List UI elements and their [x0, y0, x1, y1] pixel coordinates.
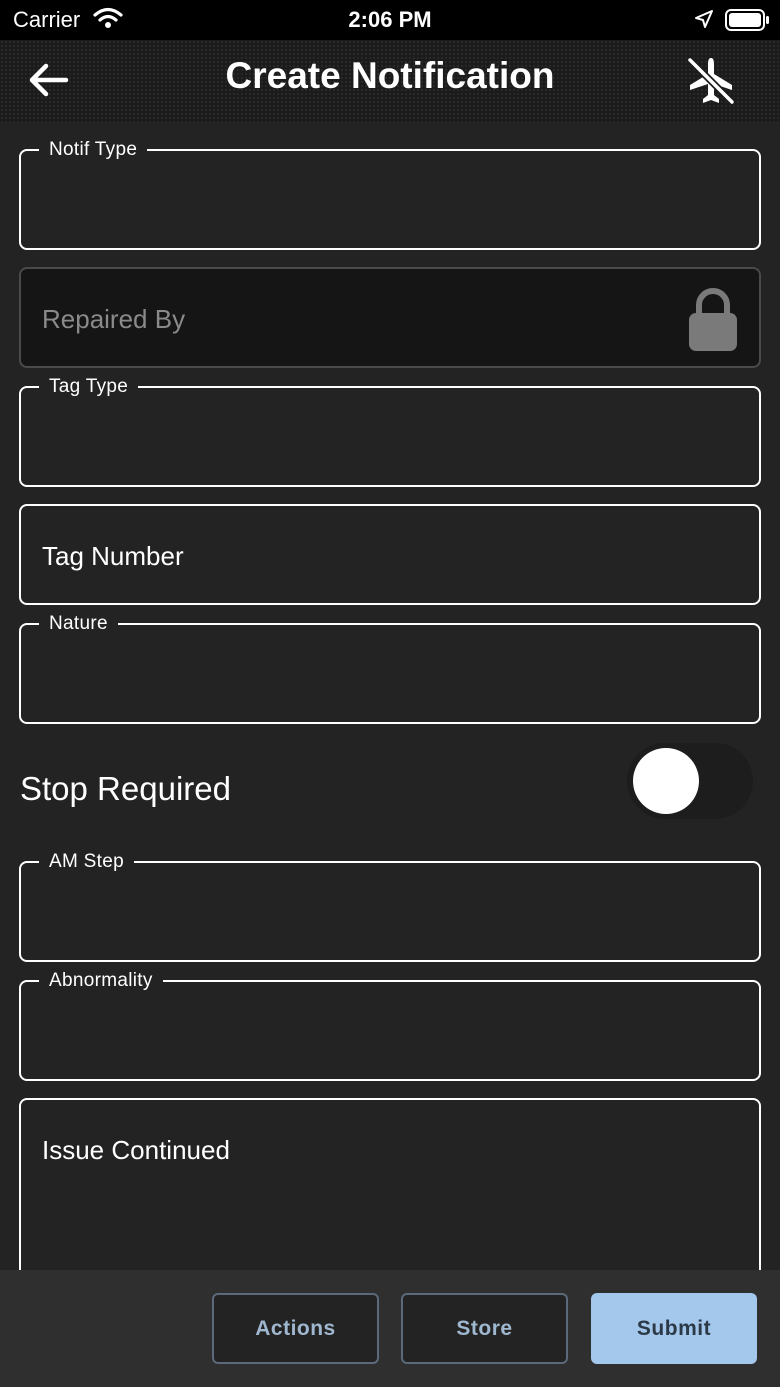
issue-continued-field[interactable]: Issue Continued — [19, 1098, 761, 1283]
tag-type-field[interactable]: Tag Type — [19, 375, 761, 487]
lock-icon — [686, 287, 740, 358]
nature-field[interactable]: Nature — [19, 612, 761, 724]
tag-number-field[interactable]: Tag Number — [19, 504, 761, 605]
status-time: 2:06 PM — [348, 7, 432, 32]
store-button[interactable]: Store — [401, 1293, 568, 1364]
am-step-label: AM Step — [39, 850, 134, 874]
stop-required-toggle[interactable] — [627, 743, 753, 819]
tag-number-placeholder: Tag Number — [42, 541, 184, 571]
repaired-by-placeholder: Repaired By — [42, 304, 186, 334]
toggle-knob — [633, 748, 699, 814]
airplane-mode-off-icon[interactable] — [684, 54, 738, 113]
submit-button[interactable]: Submit — [591, 1293, 757, 1364]
location-arrow-icon — [694, 9, 714, 34]
page-title: Create Notification — [225, 55, 555, 96]
abnormality-label: Abnormality — [39, 969, 163, 993]
abnormality-field[interactable]: Abnormality — [19, 969, 761, 1081]
issue-continued-placeholder: Issue Continued — [42, 1135, 230, 1165]
actions-button[interactable]: Actions — [212, 1293, 379, 1364]
nature-label: Nature — [39, 612, 118, 636]
notif-type-label: Notif Type — [39, 138, 148, 162]
tag-type-label: Tag Type — [39, 375, 139, 399]
repaired-by-field: Repaired By — [19, 267, 761, 368]
nav-bar: Create Notification — [0, 40, 780, 122]
status-bar: Carrier 2:06 PM — [0, 0, 780, 40]
battery-icon — [725, 8, 771, 37]
stop-required-label: Stop Required — [20, 770, 231, 807]
footer-toolbar: Actions Store Submit — [0, 1270, 780, 1387]
notif-type-field[interactable]: Notif Type — [19, 138, 761, 250]
am-step-field[interactable]: AM Step — [19, 850, 761, 962]
